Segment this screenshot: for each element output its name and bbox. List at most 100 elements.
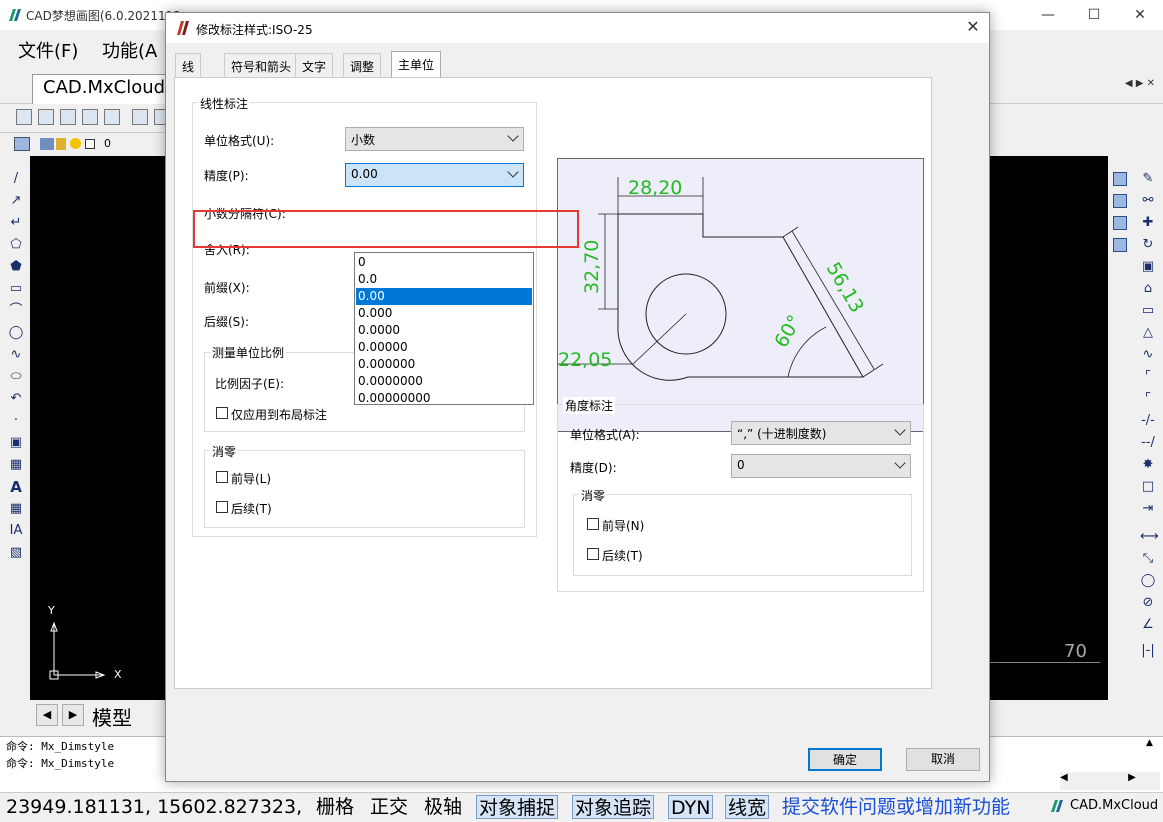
ellipse-arc-tool-icon[interactable]: ↶ xyxy=(8,392,24,406)
layout-only-checkbox[interactable] xyxy=(216,407,228,419)
tab-scroll-icons[interactable]: ◀ ▶ ✕ xyxy=(1125,78,1155,89)
angular-trailing-checkbox[interactable] xyxy=(587,548,599,560)
layer-iso-icon[interactable] xyxy=(1113,194,1127,208)
precision-select[interactable]: 0.00 xyxy=(345,163,524,187)
circle-tool-icon[interactable]: ◯ xyxy=(8,326,24,340)
precision-dropdown[interactable]: 0 0.0 0.00 0.000 0.0000 0.00000 0.000000… xyxy=(354,252,534,405)
break-icon[interactable]: -/- xyxy=(1140,414,1156,428)
extend-icon[interactable]: ⌜ xyxy=(1140,370,1156,384)
move-icon[interactable]: ✚ xyxy=(1140,216,1156,230)
dim-continue-icon[interactable]: |-| xyxy=(1140,644,1156,658)
status-grid[interactable]: 栅格 xyxy=(316,795,354,819)
join-icon[interactable]: --/ xyxy=(1140,436,1156,450)
new-file-icon[interactable] xyxy=(16,109,32,125)
status-lweight[interactable]: 线宽 xyxy=(725,795,770,819)
menu-file[interactable]: 文件(F) xyxy=(18,37,78,63)
angular-precision-select[interactable]: 0 xyxy=(731,454,911,478)
trailing-checkbox[interactable] xyxy=(216,501,228,513)
angular-unit-format-select[interactable]: “,” (十进制度数) xyxy=(731,421,911,445)
stretch-icon[interactable]: ⌂ xyxy=(1140,282,1156,296)
rectangle-tool-icon[interactable]: ▭ xyxy=(8,282,24,296)
precision-option[interactable]: 0.000 xyxy=(356,305,532,322)
precision-option-selected[interactable]: 0.00 xyxy=(356,288,532,305)
status-dyn[interactable]: DYN xyxy=(668,795,714,819)
lock-icon[interactable] xyxy=(56,138,66,150)
status-osnap[interactable]: 对象捕捉 xyxy=(476,795,559,819)
copy-icon[interactable]: ⚯ xyxy=(1140,194,1156,208)
document-tab[interactable]: CAD.MxCloud xyxy=(32,74,172,104)
spline-tool-icon[interactable]: ∿ xyxy=(8,348,24,362)
dim-linear-icon[interactable]: ⟷ xyxy=(1140,530,1159,544)
save-icon[interactable] xyxy=(82,109,98,125)
angular-leading-checkbox[interactable] xyxy=(587,518,599,530)
close-icon[interactable]: ✕ xyxy=(961,17,985,36)
precision-option[interactable]: 0.00000 xyxy=(356,339,532,356)
tab-lines[interactable]: 线 xyxy=(175,53,202,77)
block-make-icon[interactable]: ▦ xyxy=(8,458,24,472)
save-as-icon[interactable] xyxy=(104,109,120,125)
close-icon[interactable]: ✕ xyxy=(1117,0,1163,30)
point-tool-icon[interactable]: · xyxy=(8,414,24,428)
precision-option[interactable]: 0 xyxy=(356,254,532,271)
feedback-link[interactable]: 提交软件问题或增加新功能 xyxy=(782,795,1010,819)
leading-checkbox[interactable] xyxy=(216,471,228,483)
mirror-icon[interactable]: △ xyxy=(1140,326,1156,340)
unit-format-select[interactable]: 小数 xyxy=(345,127,524,151)
precision-option[interactable]: 0.000000 xyxy=(356,356,532,373)
scroll-up-icon[interactable]: ▲ xyxy=(1146,738,1153,748)
menu-function[interactable]: 功能(A xyxy=(102,37,157,63)
layer-name[interactable]: 0 xyxy=(104,137,111,150)
open-folder-icon[interactable] xyxy=(60,109,76,125)
xline-tool-icon[interactable]: ↗ xyxy=(8,194,24,208)
precision-option[interactable]: 0.0000 xyxy=(356,322,532,339)
precision-option[interactable]: 0.0000000 xyxy=(356,373,532,390)
erase-icon[interactable]: ✎ xyxy=(1140,172,1156,186)
trim-icon[interactable]: ∿ xyxy=(1140,348,1156,362)
zoom-icon[interactable] xyxy=(132,109,148,125)
scale-icon[interactable]: ▣ xyxy=(1140,260,1156,274)
layer-freeze-icon[interactable] xyxy=(1113,238,1127,252)
nav-prev-icon[interactable]: ◀ xyxy=(36,704,58,726)
arc-tool-icon[interactable]: ⌒ xyxy=(8,304,24,318)
status-otrack[interactable]: 对象追踪 xyxy=(572,795,655,819)
dim-aligned-icon[interactable]: ⤡ xyxy=(1140,552,1156,566)
nav-next-icon[interactable]: ▶ xyxy=(62,704,84,726)
command-scrollbar[interactable]: ◀ ▶ xyxy=(1060,772,1160,790)
tab-primary-units[interactable]: 主单位 xyxy=(391,51,442,78)
maximize-icon[interactable]: ☐ xyxy=(1071,0,1117,30)
precision-option[interactable]: 0.00000000 xyxy=(356,390,532,407)
mtext-tool-icon[interactable]: IA xyxy=(8,524,24,538)
dim-angular-icon[interactable]: ∠ xyxy=(1140,618,1156,632)
status-polar[interactable]: 极轴 xyxy=(424,795,462,819)
dim-radius-icon[interactable]: ◯ xyxy=(1140,574,1156,588)
explode-icon[interactable]: ✸ xyxy=(1140,458,1156,472)
dim-diameter-icon[interactable]: ⊘ xyxy=(1140,596,1156,610)
layer-prev-icon[interactable] xyxy=(1113,172,1127,186)
fillet-icon[interactable]: ⌜ xyxy=(1140,392,1156,406)
open-file-icon[interactable] xyxy=(38,109,54,125)
status-ortho[interactable]: 正交 xyxy=(370,795,408,819)
layers-icon[interactable] xyxy=(14,137,30,151)
layer-off-icon[interactable] xyxy=(1113,216,1127,230)
tab-text[interactable]: 文字 xyxy=(295,53,334,77)
tab-fit[interactable]: 调整 xyxy=(343,53,382,77)
hatch-tool-icon[interactable]: ▧ xyxy=(8,546,24,560)
table-tool-icon[interactable]: ▦ xyxy=(8,502,24,516)
rotate-icon[interactable]: ↻ xyxy=(1140,238,1156,252)
color-swatch-icon[interactable] xyxy=(85,139,95,149)
sun-icon[interactable] xyxy=(70,138,81,149)
block-insert-icon[interactable]: ▣ xyxy=(8,436,24,450)
eye-icon[interactable] xyxy=(40,138,54,150)
polyline-tool-icon[interactable]: ↵ xyxy=(8,216,24,230)
pentagon-tool-icon[interactable]: ⬟ xyxy=(8,260,24,274)
ok-button[interactable]: 确定 xyxy=(808,748,882,771)
line-tool-icon[interactable]: / xyxy=(8,172,24,186)
array-icon[interactable]: □ xyxy=(1140,480,1156,494)
tab-symbols-arrows[interactable]: 符号和箭头 xyxy=(224,53,299,77)
minimize-icon[interactable]: — xyxy=(1025,0,1071,30)
offset-icon[interactable]: ▭ xyxy=(1140,304,1156,318)
cancel-button[interactable]: 取消 xyxy=(906,748,980,771)
polygon-tool-icon[interactable]: ⬠ xyxy=(8,238,24,252)
chamfer-icon[interactable]: ⇥ xyxy=(1140,502,1156,516)
model-tab[interactable]: 模型 xyxy=(92,702,132,731)
